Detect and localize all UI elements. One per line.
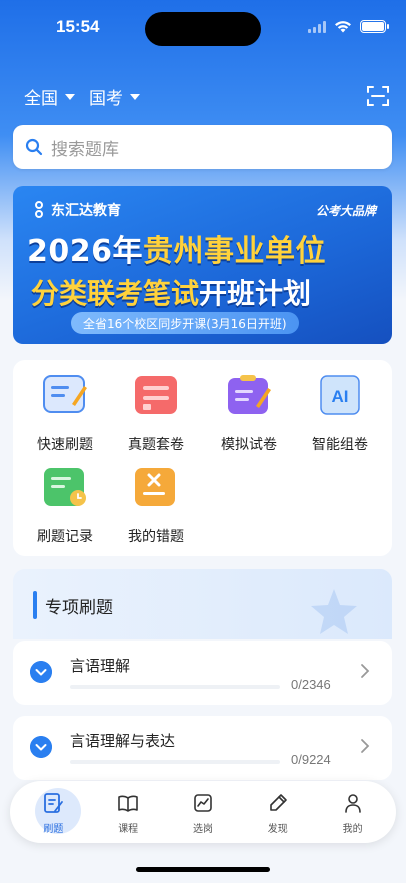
scan-icon[interactable] [366,84,390,108]
mock-exam-icon [228,375,271,414]
section-accent-bar [33,591,37,619]
banner-headline-2: 分类联考笔试开班计划 [31,272,311,312]
grid-label: 快速刷题 [37,437,93,453]
status-icons [308,20,389,33]
region-filter-label: 全国 [24,89,58,109]
star-icon [311,589,357,634]
expand-toggle-icon[interactable] [30,736,52,758]
banner-headline-2-highlight: 分类联考笔试 [31,277,200,310]
grid-item-mock-exam[interactable]: 模拟试卷 [209,374,289,454]
tab-job-selection[interactable]: 选岗 [171,786,235,838]
exam-filter-label: 国考 [89,89,123,109]
topic-title: 言语理解 [70,657,131,675]
wrong-questions-icon [135,468,175,506]
grid-item-quick-practice[interactable]: 快速刷题 [25,374,105,454]
tab-label: 课程 [118,824,139,835]
banner-headline-1: 2026年贵州事业单位 [27,226,326,270]
topic-progress-bar [70,760,280,764]
pen-icon [269,794,287,811]
region-filter[interactable]: 全国 [24,84,75,109]
topic-title: 言语理解与表达 [70,732,176,750]
tab-label: 刷题 [43,824,64,835]
banner-tag: 公考大品牌 [315,204,376,218]
exam-filter[interactable]: 国考 [89,84,140,109]
banner-logo: 东汇达教育 [33,200,121,220]
search-icon [25,138,43,156]
section-title: 专项刷题 [45,598,113,618]
banner-headline-2-suffix: 开班计划 [199,277,312,310]
topic-count: 0/9224 [291,752,331,767]
banner-headline-1-prefix: 2026年 [27,234,143,269]
topic-row[interactable]: 言语理解 0/2346 [13,641,392,705]
banner-pill: 全省16个校区同步开课(3月16日开班) [71,312,299,334]
tab-label: 选岗 [192,824,213,835]
topic-row[interactable]: 言语理解与表达 0/9224 [13,716,392,780]
tab-profile[interactable]: 我的 [321,786,385,838]
status-time: 15:54 [56,17,100,36]
grid-label: 真题套卷 [128,437,184,453]
battery-icon [360,20,389,33]
chevron-right-icon [361,739,370,753]
quick-entry-grid: 快速刷题 真题套卷 模拟试卷 AI 智能组卷 刷题记录 我的错题 [13,360,392,556]
practice-record-icon [44,468,86,506]
dynamic-island [145,12,261,46]
search-placeholder: 搜索题库 [51,139,119,160]
topic-count: 0/2346 [291,677,331,692]
edit-note-icon [44,793,64,813]
special-practice-header: 专项刷题 [13,569,392,639]
chart-line-icon [194,794,212,812]
caret-down-icon [130,93,140,100]
topic-progress-bar [70,685,280,689]
banner-headline-1-highlight: 贵州事业单位 [143,234,326,269]
grid-label: 刷题记录 [37,529,93,545]
home-indicator [136,867,270,872]
expand-toggle-icon[interactable] [30,661,52,683]
chevron-right-icon [361,664,370,678]
ai-icon-text: AI [332,387,349,406]
grid-item-practice-record[interactable]: 刷题记录 [25,466,105,546]
tab-practice[interactable]: 刷题 [21,786,85,838]
grid-label: 智能组卷 [312,437,368,453]
grid-item-wrong-questions[interactable]: 我的错题 [116,466,196,546]
grid-label: 模拟试卷 [221,437,277,453]
grid-label: 我的错题 [128,529,184,545]
past-papers-icon [135,376,177,414]
wifi-icon [335,21,351,33]
signal-icon [308,20,326,33]
caret-down-icon [65,93,75,100]
filter-row: 全国 国考 [24,84,140,109]
tab-label: 发现 [267,824,288,835]
book-icon [118,795,138,812]
promo-banner[interactable]: 东汇达教育 公考大品牌 2026年贵州事业单位 分类联考笔试开班计划 全省16个… [13,186,392,344]
bottom-tab-bar: 刷题 课程 选岗 发现 我的 [10,781,396,843]
grid-item-past-papers[interactable]: 真题套卷 [116,374,196,454]
quick-practice-icon [43,375,87,413]
search-input[interactable]: 搜索题库 [13,125,392,169]
tab-discover[interactable]: 发现 [246,786,310,838]
grid-item-ai-paper[interactable]: AI 智能组卷 [300,374,380,454]
tab-label: 我的 [342,824,363,835]
brand-logo-icon [35,201,43,218]
ai-paper-icon: AI [320,375,360,415]
tab-courses[interactable]: 课程 [96,786,160,838]
user-icon [344,794,361,813]
banner-logo-text: 东汇达教育 [51,203,121,219]
